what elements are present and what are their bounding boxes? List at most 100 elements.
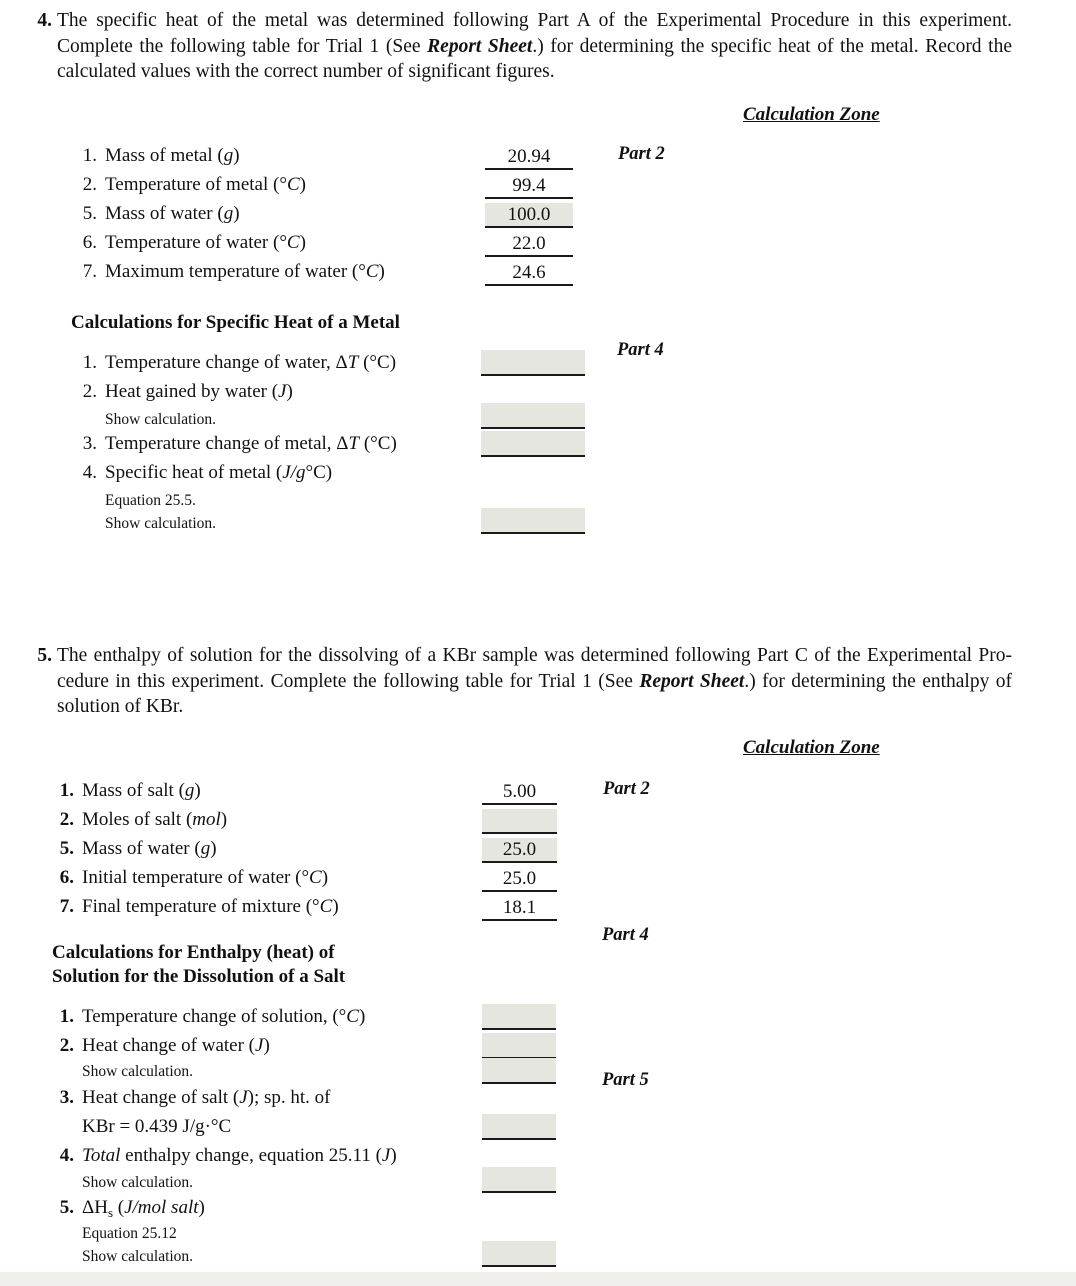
- data-row-q5-1-label: Mass of salt (g): [82, 779, 201, 803]
- data-row-q5-2: 2. Moles of salt (mol): [0, 808, 1076, 836]
- data-row-q4-5-label: Mass of water (g): [105, 202, 240, 226]
- calc-row-q5-1: 1. Temperature change of solution, (°C): [0, 1004, 1076, 1033]
- data-value-q5-2[interactable]: [482, 809, 557, 834]
- data-value-q5-6[interactable]: 25.0: [482, 867, 557, 892]
- question-4-number: 4.: [37, 10, 52, 31]
- label-a: Mass of water (: [105, 203, 224, 224]
- note-q4-show-calculation-1: Show calculation.: [105, 411, 217, 428]
- data-row-q4-6-label: Temperature of water (°C): [105, 231, 306, 255]
- label-b: ); sp. ht. of: [247, 1087, 331, 1108]
- label-a: Mass of water (: [82, 838, 201, 859]
- data-row-q4-5-number: 5.: [82, 203, 97, 224]
- question-5-prompt: The enthalpy of solution for the dissolv…: [57, 643, 1012, 720]
- label-a: Maximum temperature of water (°: [105, 261, 366, 282]
- calc-row-q5-1-label: Temperature change of solution, (°C): [82, 1005, 365, 1029]
- data-value-q4-6[interactable]: 22.0: [485, 232, 573, 257]
- label-unit: C: [309, 867, 322, 888]
- data-row-q5-2-number: 2.: [59, 809, 74, 830]
- label-end: ): [210, 838, 217, 859]
- question-5-prompt-line-1: The enthalpy of solution for the dissolv…: [57, 645, 1012, 666]
- question-5-prompt-line-3: solution of KBr.: [57, 696, 184, 717]
- calc-row-q4-4: 4. Specific heat of metal (J/g°C): [0, 461, 1076, 489]
- data-row-q4-1-number: 1.: [82, 145, 97, 166]
- calc-row-q4-4-label: Specific heat of metal (J/g°C): [105, 461, 332, 485]
- label-unit: g: [223, 145, 234, 166]
- calc-answer-q4-2[interactable]: [481, 403, 585, 429]
- data-row-q4-7-number: 7.: [82, 261, 97, 282]
- data-value-q4-7[interactable]: 24.6: [485, 261, 573, 286]
- calc-answer-q5-5[interactable]: [482, 1241, 556, 1267]
- label-a: Heat change of water (: [82, 1035, 256, 1056]
- label-unit-italic: J/mol salt: [124, 1197, 199, 1218]
- calc-row-q4-3-number: 3.: [82, 433, 97, 454]
- data-row-q5-6-number: 6.: [59, 867, 74, 888]
- label-a: Mass of metal (: [105, 145, 224, 166]
- calc-row-q4-1: 1. Temperature change of water, ΔT (°C): [0, 350, 1076, 379]
- calc-answer-q4-3[interactable]: [481, 431, 585, 457]
- data-value-q5-5[interactable]: 25.0: [482, 838, 557, 863]
- label-unit: C: [365, 261, 379, 282]
- question-5-prompt-line-2c: .) for determining the enthalpy of: [744, 670, 1013, 692]
- calc-row-q5-4-number: 4.: [59, 1145, 74, 1166]
- data-row-q4-2-label: Temperature of metal (°C): [105, 173, 306, 197]
- label-end: ): [299, 232, 306, 253]
- data-row-q4-2-number: 2.: [82, 174, 97, 195]
- label-symbol: C: [346, 1006, 359, 1027]
- data-value-q5-1[interactable]: 5.00: [482, 780, 557, 805]
- data-row-q4-1-label: Mass of metal (g): [105, 144, 240, 168]
- calc-answer-q4-1[interactable]: [481, 350, 585, 376]
- label-unit: C: [286, 232, 300, 253]
- calc-answer-q4-4[interactable]: [481, 508, 585, 534]
- calc-answer-q5-2-work[interactable]: [482, 1058, 556, 1084]
- data-row-q4-7: 7. Maximum temperature of water (°C) 24.…: [0, 260, 1076, 288]
- note-q5-equation-25-12: Equation 25.12: [82, 1225, 177, 1242]
- question-5-number: 5.: [37, 645, 52, 666]
- data-value-q5-7[interactable]: 18.1: [482, 896, 557, 921]
- calc-row-q5-2-number: 2.: [59, 1035, 74, 1056]
- calc-row-q5-4-label: Total enthalpy change, equation 25.11 (J…: [82, 1144, 397, 1168]
- label-end: ): [299, 174, 306, 195]
- label-b: (°C): [359, 433, 397, 454]
- data-row-q5-6: 6. Initial temperature of water (°C) 25.…: [0, 866, 1076, 894]
- label-b: °C): [305, 462, 333, 483]
- question-4-prompt-line-1: The specific heat of the metal was deter…: [57, 10, 1012, 31]
- data-row-q5-7: 7. Final temperature of mixture (°C) 18.…: [0, 895, 1076, 923]
- note-q5-show-calculation-3: Show calculation.: [82, 1248, 194, 1265]
- label-end: ): [194, 780, 201, 801]
- report-sheet-reference-q4: Report Sheet: [427, 35, 533, 57]
- data-row-q5-5: 5. Mass of water (g) 25.0: [0, 837, 1076, 865]
- data-value-q4-2[interactable]: 99.4: [485, 174, 573, 199]
- calculations-heading-q4: Calculations for Specific Heat of a Meta…: [71, 312, 400, 333]
- question-4-prompt-line-2a: Complete the following table for Trial 1…: [57, 35, 428, 57]
- data-value-q4-5[interactable]: 100.0: [485, 203, 573, 228]
- data-row-q4-5: 5. Mass of water (g) 100.0: [0, 202, 1076, 230]
- label-a: Temperature change of solution, (°: [82, 1006, 347, 1027]
- calc-answer-q5-2[interactable]: [482, 1033, 556, 1059]
- data-row-q5-7-number: 7.: [59, 896, 74, 917]
- calc-answer-q5-4[interactable]: [482, 1167, 556, 1193]
- label-a: Final temperature of mixture (°: [82, 896, 320, 917]
- calc-row-q5-5-number: 5.: [59, 1197, 74, 1218]
- label-unit: C: [319, 896, 333, 917]
- label-end: ): [378, 261, 385, 282]
- label-total-italic: Total: [82, 1145, 121, 1166]
- data-value-q4-1[interactable]: 20.94: [485, 145, 573, 170]
- data-row-q4-2: 2. Temperature of metal (°C) 99.4: [0, 173, 1076, 201]
- label-a: Mass of salt (: [82, 780, 185, 801]
- calc-row-q5-3-label-continued: KBr = 0.439 J/g·°C: [82, 1116, 232, 1137]
- label-end: ): [220, 809, 228, 830]
- calc-row-q4-3: 3. Temperature change of metal, ΔT (°C): [0, 431, 1076, 460]
- data-row-q5-1: 1. Mass of salt (g) 5.00: [0, 779, 1076, 807]
- label-b: ): [263, 1035, 270, 1056]
- label-unit: g: [200, 838, 211, 859]
- calc-row-q4-3-label: Temperature change of metal, ΔT (°C): [105, 432, 397, 456]
- calc-answer-q5-1[interactable]: [482, 1004, 556, 1030]
- label-a: Heat change of salt (: [82, 1087, 240, 1108]
- calc-answer-q5-3[interactable]: [482, 1114, 556, 1140]
- label-symbol: J/g: [282, 462, 306, 483]
- label-b: ): [358, 1006, 366, 1027]
- label-unit: mol: [192, 809, 221, 830]
- label-end: ): [321, 867, 329, 888]
- report-sheet-reference-q5: Report Sheet: [639, 670, 745, 692]
- calc-row-q5-3-continued: KBr = 0.439 J/g·°C: [0, 1114, 1076, 1143]
